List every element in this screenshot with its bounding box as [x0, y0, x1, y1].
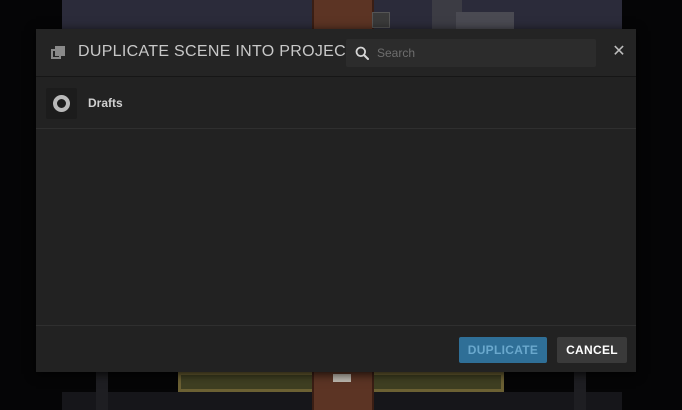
- background-tower: [312, 0, 374, 30]
- project-name: Drafts: [88, 96, 123, 110]
- dialog-footer: DUPLICATE CANCEL: [36, 325, 636, 373]
- duplicate-icon: [51, 46, 65, 60]
- background-building: [456, 12, 514, 30]
- background-item: [333, 374, 351, 382]
- background-post: [96, 372, 108, 410]
- search-icon: [355, 46, 369, 60]
- dialog-title: DUPLICATE SCENE INTO PROJECT: [78, 43, 357, 60]
- ring-icon: [46, 88, 77, 119]
- project-list: Drafts: [36, 77, 636, 325]
- duplicate-button[interactable]: DUPLICATE: [459, 337, 547, 363]
- search-input[interactable]: [377, 39, 589, 67]
- search-box[interactable]: [346, 39, 596, 67]
- dialog-header: DUPLICATE SCENE INTO PROJECT ✕: [36, 29, 636, 77]
- close-icon[interactable]: ✕: [610, 43, 628, 61]
- cancel-button[interactable]: CANCEL: [557, 337, 627, 363]
- duplicate-scene-dialog: DUPLICATE SCENE INTO PROJECT ✕ Drafts DU…: [36, 29, 636, 372]
- background-post: [574, 372, 586, 410]
- background-crate: [372, 12, 390, 28]
- project-item-drafts[interactable]: Drafts: [36, 77, 636, 129]
